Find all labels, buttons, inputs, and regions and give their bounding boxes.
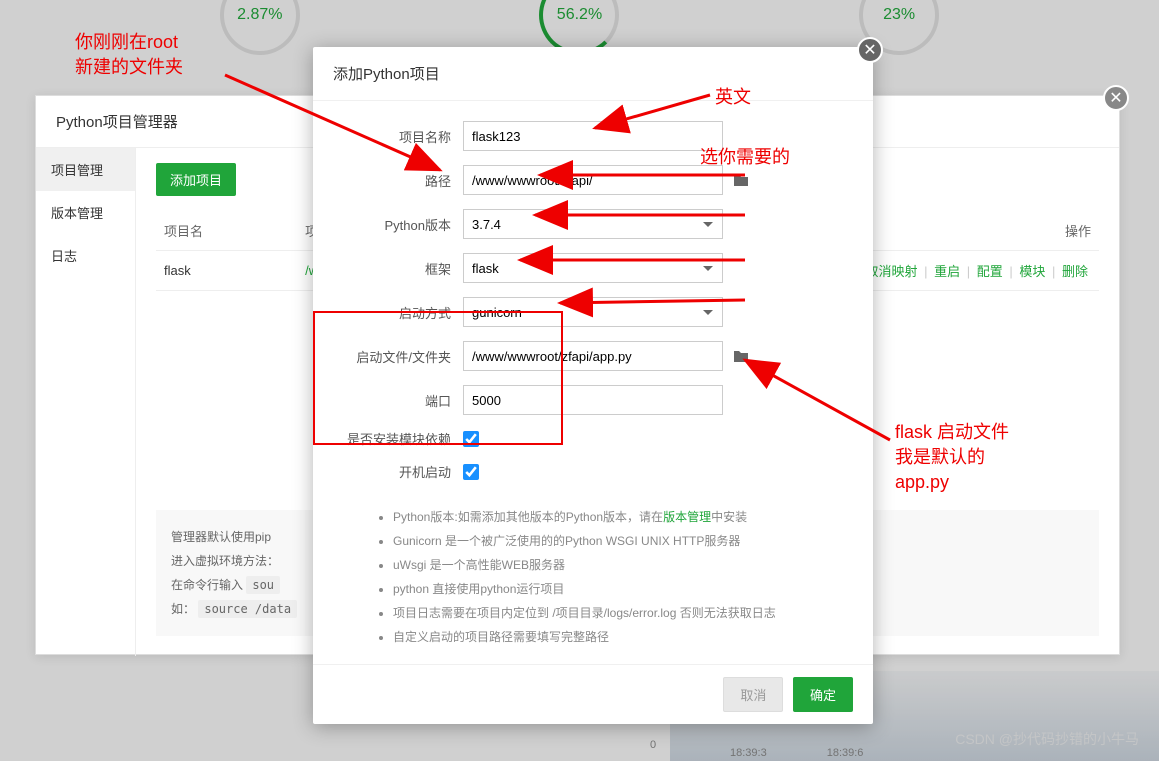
version-manage-link[interactable]: 版本管理 bbox=[663, 510, 711, 524]
label-project-name: 项目名称 bbox=[343, 127, 463, 146]
annotation-red-box bbox=[313, 311, 563, 445]
input-path[interactable] bbox=[463, 165, 723, 195]
folder-icon[interactable] bbox=[733, 173, 749, 187]
panel-sidebar: 项目管理 版本管理 日志 bbox=[36, 148, 136, 656]
code-snippet: source /data bbox=[198, 600, 297, 618]
tip-item: Gunicorn 是一个被广泛使用的的Python WSGI UNIX HTTP… bbox=[393, 529, 843, 553]
input-start-file[interactable] bbox=[463, 341, 723, 371]
label-install-deps: 是否安装模块依赖 bbox=[343, 429, 463, 448]
modal-body: 项目名称 路径 Python版本 3.7.4 框架 flask 启动方式 gun… bbox=[313, 101, 873, 505]
action-unmap[interactable]: 取消映射 bbox=[865, 264, 917, 279]
sidebar-item-versions[interactable]: 版本管理 bbox=[36, 191, 135, 234]
input-port[interactable] bbox=[463, 385, 723, 415]
action-restart[interactable]: 重启 bbox=[934, 264, 960, 279]
cancel-button[interactable]: 取消 bbox=[723, 677, 783, 712]
sidebar-item-logs[interactable]: 日志 bbox=[36, 234, 135, 277]
modal-footer: 取消 确定 bbox=[313, 664, 873, 724]
input-project-name[interactable] bbox=[463, 121, 723, 151]
add-project-button[interactable]: 添加项目 bbox=[156, 163, 236, 196]
col-name: 项目名 bbox=[156, 211, 297, 251]
select-framework[interactable]: flask bbox=[463, 253, 723, 283]
action-modules[interactable]: 模块 bbox=[1019, 264, 1045, 279]
modal-close-button[interactable]: ✕ bbox=[857, 37, 883, 63]
watermark: CSDN @抄代码抄错的小牛马 bbox=[955, 729, 1139, 749]
label-port: 端口 bbox=[343, 391, 463, 410]
tip-item: Python版本:如需添加其他版本的Python版本，请在版本管理中安装 bbox=[393, 505, 843, 529]
add-project-modal: ✕ 添加Python项目 项目名称 路径 Python版本 3.7.4 框架 f… bbox=[313, 47, 873, 724]
sidebar-item-projects[interactable]: 项目管理 bbox=[36, 148, 135, 191]
label-boot: 开机启动 bbox=[343, 462, 463, 481]
select-python-version[interactable]: 3.7.4 bbox=[463, 209, 723, 239]
tip-item: 项目日志需要在项目内定位到 /项目目录/logs/error.log 否则无法获… bbox=[393, 601, 843, 625]
checkbox-install-deps[interactable] bbox=[463, 431, 479, 447]
modal-tips: Python版本:如需添加其他版本的Python版本，请在版本管理中安装 Gun… bbox=[313, 505, 873, 664]
label-start-file: 启动文件/文件夹 bbox=[343, 347, 463, 366]
select-start-mode[interactable]: gunicorn bbox=[463, 297, 723, 327]
panel-close-button[interactable]: ✕ bbox=[1103, 85, 1129, 111]
cell-name: flask bbox=[156, 251, 297, 291]
label-path: 路径 bbox=[343, 171, 463, 190]
label-start-mode: 启动方式 bbox=[343, 303, 463, 322]
close-icon: ✕ bbox=[1109, 88, 1122, 108]
confirm-button[interactable]: 确定 bbox=[793, 677, 853, 712]
action-config[interactable]: 配置 bbox=[977, 264, 1003, 279]
folder-icon[interactable] bbox=[733, 349, 749, 363]
modal-title: 添加Python项目 bbox=[313, 47, 873, 101]
close-icon: ✕ bbox=[863, 40, 876, 60]
tip-item: python 直接使用python运行项目 bbox=[393, 577, 843, 601]
tip-item: 自定义启动的项目路径需要填写完整路径 bbox=[393, 625, 843, 649]
label-framework: 框架 bbox=[343, 259, 463, 278]
tip-item: uWsgi 是一个高性能WEB服务器 bbox=[393, 553, 843, 577]
code-snippet: sou bbox=[246, 576, 280, 594]
action-delete[interactable]: 删除 bbox=[1062, 264, 1088, 279]
checkbox-boot[interactable] bbox=[463, 464, 479, 480]
label-python-version: Python版本 bbox=[343, 215, 463, 234]
